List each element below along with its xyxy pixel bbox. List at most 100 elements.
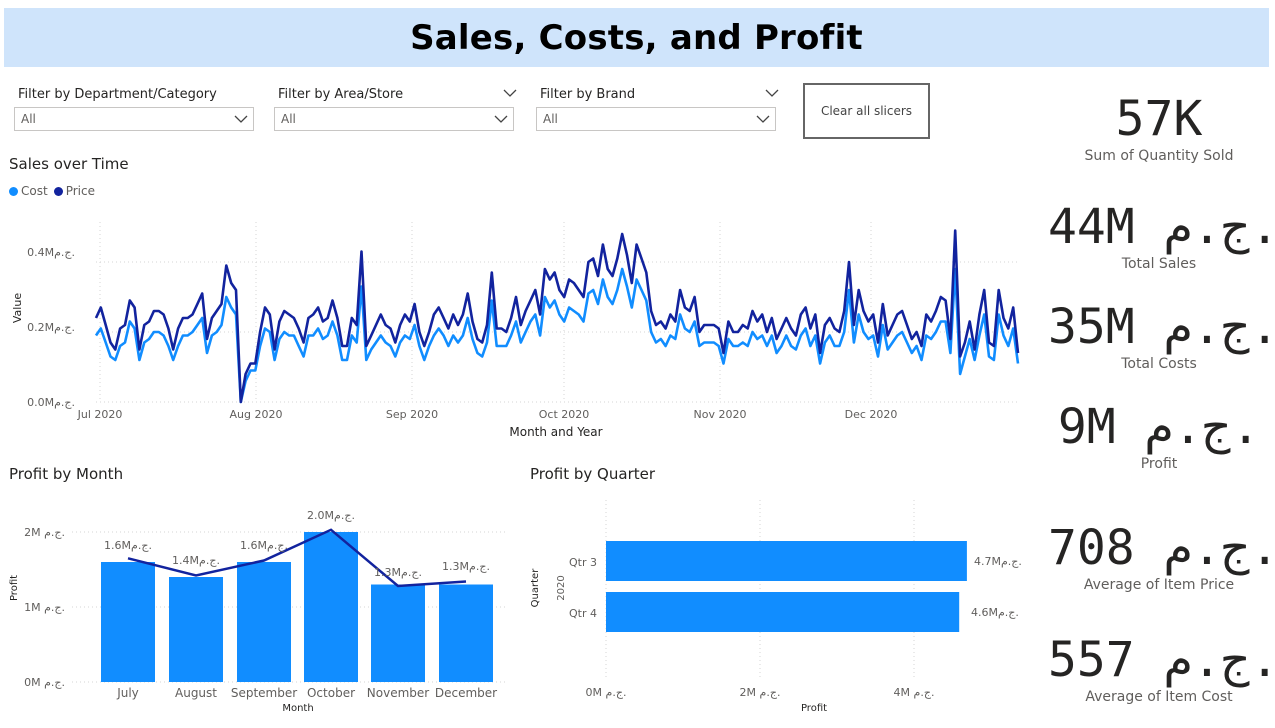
quarter-xlabel: Profit: [801, 703, 827, 714]
month-datalabel-october: 2.0Mج.م.: [307, 509, 355, 522]
month-datalabel-september: 1.6Mج.م.: [240, 539, 288, 552]
month-datalabel-december: 1.3Mج.م.: [442, 560, 490, 573]
month-xtick-october: October: [307, 686, 355, 700]
legend-dot-cost: [9, 186, 18, 196]
month-bar-july[interactable]: [101, 562, 155, 682]
slicer-label: Filter by Brand: [540, 87, 636, 102]
sales-chart-title: Sales over Time: [9, 155, 129, 173]
slicer-value: All: [543, 112, 558, 126]
kpi-label: Total Sales: [1121, 256, 1197, 272]
kpi-total-sales: 44M ج.م. Total Sales: [1048, 199, 1275, 273]
title-bar: Sales, Costs, and Profit: [4, 8, 1269, 67]
chevron-down-icon[interactable]: [233, 111, 249, 127]
quarter-datalabel-qtr4: 4.6Mج.م.: [971, 606, 1019, 619]
kpi-profit: 9M ج.م. Profit: [1048, 399, 1270, 473]
kpi-quantity-sold: 57K Sum of Quantity Sold: [1048, 91, 1270, 165]
slicer-value: All: [21, 112, 36, 126]
sales-xtick-nov: Nov 2020: [694, 408, 747, 421]
quarter-bar-qtr3[interactable]: [606, 541, 967, 581]
page-title: Sales, Costs, and Profit: [410, 17, 863, 58]
kpi-label: Total Costs: [1121, 356, 1197, 372]
sales-lines: [94, 229, 1020, 404]
legend-item-price[interactable]: Price: [53, 184, 95, 198]
month-datalabel-august: 1.4Mج.م.: [172, 554, 220, 567]
slicer-area-store[interactable]: Filter by Area/Store All: [274, 85, 518, 135]
legend-label: Price: [65, 184, 95, 198]
quarter-grid: [605, 500, 915, 680]
sales-xtick-oct: Oct 2020: [539, 408, 590, 421]
profit-by-month-chart[interactable]: 0M ج.م. 1M ج.م. 2M ج.م. July August Sept…: [0, 495, 520, 720]
kpi-label: Average of Item Price: [1083, 577, 1235, 593]
kpi-value: 35M ج.م.: [1048, 299, 1275, 355]
sales-xtick-dec: Dec 2020: [845, 408, 898, 421]
quarter-datalabel-qtr3: 4.7Mج.م.: [974, 555, 1022, 568]
month-xtick-december: December: [435, 686, 497, 700]
sales-xtick-aug: Aug 2020: [230, 408, 283, 421]
kpi-value: 44M ج.م.: [1048, 199, 1275, 255]
kpi-total-costs: 35M ج.م. Total Costs: [1048, 299, 1275, 373]
legend-item-cost[interactable]: Cost: [9, 184, 48, 198]
legend-dot-price: [53, 186, 63, 196]
slicer-department[interactable]: Filter by Department/Category All: [14, 87, 258, 135]
chevron-down-icon[interactable]: [764, 85, 780, 101]
series-line-price[interactable]: [94, 229, 1020, 404]
month-xtick-july: July: [116, 686, 139, 700]
slicer-dropdown[interactable]: All: [14, 107, 254, 131]
profit-quarter-title: Profit by Quarter: [530, 465, 656, 483]
quarter-year-label: 2020: [556, 575, 567, 600]
quarter-xtick-4: 4M ج.م.: [894, 686, 935, 699]
sales-xlabel: Month and Year: [509, 425, 602, 439]
month-ylabel: Profit: [9, 575, 20, 601]
kpi-average-item-price: 708 ج.م. Average of Item Price: [1048, 520, 1275, 594]
clear-slicers-button[interactable]: Clear all slicers: [803, 83, 930, 139]
month-bar-october[interactable]: [304, 532, 358, 682]
month-xlabel: Month: [282, 703, 313, 714]
chevron-down-icon[interactable]: [755, 111, 771, 127]
month-xtick-august: August: [175, 686, 217, 700]
month-bar-november[interactable]: [371, 584, 425, 683]
sales-ytick-0: 0.0Mج.م.: [27, 396, 75, 409]
kpi-value: 708 ج.م.: [1048, 520, 1275, 576]
kpi-value: 57K: [1115, 91, 1203, 147]
sales-ytick-2: 0.4Mج.م.: [27, 246, 75, 259]
quarter-xtick-0: 0M ج.م.: [586, 686, 627, 699]
slicer-value: All: [281, 112, 296, 126]
profit-month-title: Profit by Month: [9, 465, 124, 483]
kpi-value: 9M ج.م.: [1057, 399, 1261, 455]
sales-xtick-sep: Sep 2020: [386, 408, 438, 421]
sales-ytick-1: 0.2Mج.م.: [27, 321, 75, 334]
quarter-ytick-qtr3: Qtr 3: [569, 556, 597, 569]
kpi-label: Profit: [1140, 456, 1178, 472]
month-bar-december[interactable]: [439, 584, 493, 683]
kpi-label: Sum of Quantity Sold: [1084, 148, 1234, 164]
kpi-label: Average of Item Cost: [1085, 689, 1233, 705]
quarter-bar-qtr4[interactable]: [606, 592, 960, 632]
month-bar-august[interactable]: [169, 577, 223, 682]
sales-xtick-jul: Jul 2020: [77, 408, 123, 421]
month-datalabel-july: 1.6Mج.م.: [104, 539, 152, 552]
quarter-bars: [606, 541, 967, 632]
sales-ylabel: Value: [11, 293, 24, 323]
slicer-label: Filter by Area/Store: [278, 87, 404, 102]
month-ytick-2: 2M ج.م.: [24, 526, 65, 539]
month-bar-september[interactable]: [237, 562, 291, 682]
month-datalabel-november: 1.3Mج.م.: [374, 566, 422, 579]
slicer-brand[interactable]: Filter by Brand All: [536, 85, 780, 135]
quarter-ytick-qtr4: Qtr 4: [569, 607, 597, 620]
slicer-label: Filter by Department/Category: [18, 87, 217, 102]
sales-over-time-chart[interactable]: 0.0Mج.م. 0.2Mج.م. 0.4Mج.م. Jul 2020 Aug …: [0, 200, 1040, 445]
profit-by-quarter-chart[interactable]: Qtr 3 Qtr 4 2020 Quarter 0M ج.م. 2M ج.م.…: [520, 495, 1040, 720]
chevron-down-icon[interactable]: [502, 85, 518, 101]
kpi-average-item-cost: 557 ج.م. Average of Item Cost: [1048, 632, 1275, 706]
slicer-dropdown[interactable]: All: [536, 107, 776, 131]
quarter-ylabel: Quarter: [530, 568, 541, 608]
month-xtick-november: November: [367, 686, 429, 700]
legend-label: Cost: [21, 184, 48, 198]
kpi-value: 557 ج.م.: [1048, 632, 1275, 688]
month-xtick-september: September: [231, 686, 297, 700]
month-ytick-0: 0M ج.م.: [24, 676, 65, 689]
month-ytick-1: 1M ج.م.: [24, 601, 65, 614]
quarter-xtick-2: 2M ج.م.: [740, 686, 781, 699]
slicer-dropdown[interactable]: All: [274, 107, 514, 131]
chevron-down-icon[interactable]: [493, 111, 509, 127]
